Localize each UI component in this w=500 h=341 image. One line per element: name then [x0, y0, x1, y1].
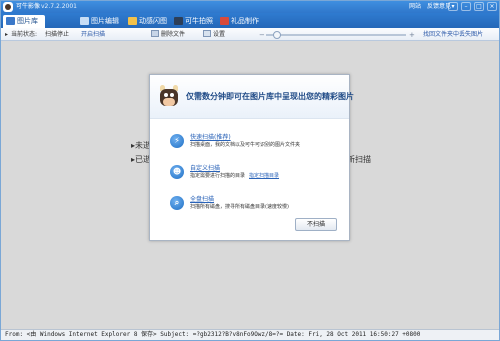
dialog-header: 仅需数分钟即可在图片库中呈现出您的精彩图片	[150, 75, 354, 119]
cow-mascot-icon	[156, 85, 182, 109]
app-window: 可牛影像 v2.7.2.2001 网站 反馈意见 ▾ – □ × 图片库 图片编…	[0, 0, 500, 341]
magnifier-icon: ⌕	[170, 196, 184, 210]
custom-scan-desc: 指定需要进行扫描的目录 指定扫描目录	[190, 172, 279, 179]
play-icon: ▸	[5, 31, 9, 38]
full-scan-link[interactable]: 全盘扫描	[190, 194, 214, 203]
title-links: 网站 反馈意见	[405, 2, 451, 12]
toolbar: ▸ 当前状态: 扫描停止 开启扫描 删除文件 设置 − + 找回文件夹中丢失图片	[1, 28, 499, 41]
delete-label: 删除文件	[161, 31, 186, 38]
choose-folder-link[interactable]: 指定扫描目录	[249, 173, 279, 179]
zoom-slider-handle[interactable]	[273, 31, 282, 39]
quick-scan-option[interactable]: ⚡ 快速扫描(推荐) 扫描桌面，我的文档以及可牛可识别的图片文件夹	[168, 132, 348, 156]
start-scan-link[interactable]: 开启扫描	[81, 30, 105, 39]
skip-scan-button[interactable]: 不扫描	[295, 218, 337, 231]
settings-icon	[203, 30, 211, 37]
tab-gift-making[interactable]: 礼品制作	[217, 15, 267, 28]
full-scan-option[interactable]: ⌕ 全盘扫描 扫描所有磁盘，搜寻所有磁盘目录(速度较慢)	[168, 194, 348, 218]
scan-status-value: 扫描停止	[45, 31, 70, 38]
title-bar: 可牛影像 v2.7.2.2001 网站 反馈意见 ▾ – □ ×	[1, 1, 499, 13]
photo-edit-icon	[80, 17, 89, 25]
maximize-button[interactable]: □	[474, 2, 484, 11]
delete-icon	[151, 30, 159, 37]
background-text-line-1: ▸未逝	[131, 141, 152, 150]
tab-camera[interactable]: 可牛拍照	[171, 15, 221, 28]
tab-photo-edit[interactable]: 图片编辑	[77, 15, 127, 28]
delete-file-button[interactable]: 删除文件	[151, 30, 185, 39]
quick-scan-link[interactable]: 快速扫描(推荐)	[190, 132, 231, 141]
tab-label: 动感闪图	[139, 17, 167, 25]
app-title: 可牛影像	[16, 3, 41, 10]
background-text-line-2: ▸已逝	[131, 155, 152, 164]
status-bar: From: <由 Windows Internet Explorer 8 保存>…	[1, 329, 499, 340]
background-text-rescan: 新扫描	[347, 155, 371, 164]
scan-status-label: 当前状态:	[11, 31, 38, 38]
gift-t-icon	[220, 17, 229, 25]
lightning-icon: ⚡	[170, 134, 184, 148]
camera-icon	[174, 17, 183, 25]
settings-label: 设置	[213, 31, 226, 38]
tab-animated-gif[interactable]: 动感闪图	[125, 15, 175, 28]
menu-dropdown-button[interactable]: ▾	[448, 2, 458, 11]
full-scan-desc: 扫描所有磁盘，搜寻所有磁盘目录(速度较慢)	[190, 204, 289, 210]
quick-scan-desc: 扫描桌面，我的文档以及可牛可识别的图片文件夹	[190, 142, 301, 148]
recover-lost-photos-link[interactable]: 找回文件夹中丢失图片	[423, 30, 483, 39]
animation-icon	[128, 17, 137, 25]
settings-button[interactable]: 设置	[203, 30, 225, 39]
main-tabs: 图片库 图片编辑 动感闪图 可牛拍照 礼品制作	[1, 13, 499, 28]
close-button[interactable]: ×	[487, 2, 497, 11]
custom-scan-option[interactable]: ☻ 自定义扫描 指定需要进行扫描的目录 指定扫描目录	[168, 163, 348, 187]
tab-label: 图片编辑	[91, 17, 119, 25]
tab-label: 可牛拍照	[185, 17, 213, 25]
website-link[interactable]: 网站	[409, 3, 421, 10]
app-version: v2.7.2.2001	[41, 3, 77, 10]
window-controls: ▾ – □ ×	[448, 2, 497, 11]
tab-label: 图片库	[17, 17, 38, 25]
cow-logo-icon	[3, 2, 13, 12]
minimize-button[interactable]: –	[461, 2, 471, 11]
zoom-in-button[interactable]: +	[409, 31, 415, 39]
user-icon: ☻	[170, 165, 184, 179]
dialog-title: 仅需数分钟即可在图片库中呈现出您的精彩图片	[186, 92, 354, 101]
zoom-out-button[interactable]: −	[259, 31, 265, 39]
scan-dialog: 仅需数分钟即可在图片库中呈现出您的精彩图片 ⚡ 快速扫描(推荐) 扫描桌面，我的…	[149, 74, 354, 241]
tab-photo-library[interactable]: 图片库	[3, 15, 45, 28]
photo-library-icon	[6, 17, 15, 25]
tab-label: 礼品制作	[231, 17, 259, 25]
custom-scan-desc-text: 指定需要进行扫描的目录	[190, 173, 246, 179]
zoom-slider-track[interactable]	[266, 34, 406, 36]
custom-scan-link[interactable]: 自定义扫描	[190, 163, 220, 172]
